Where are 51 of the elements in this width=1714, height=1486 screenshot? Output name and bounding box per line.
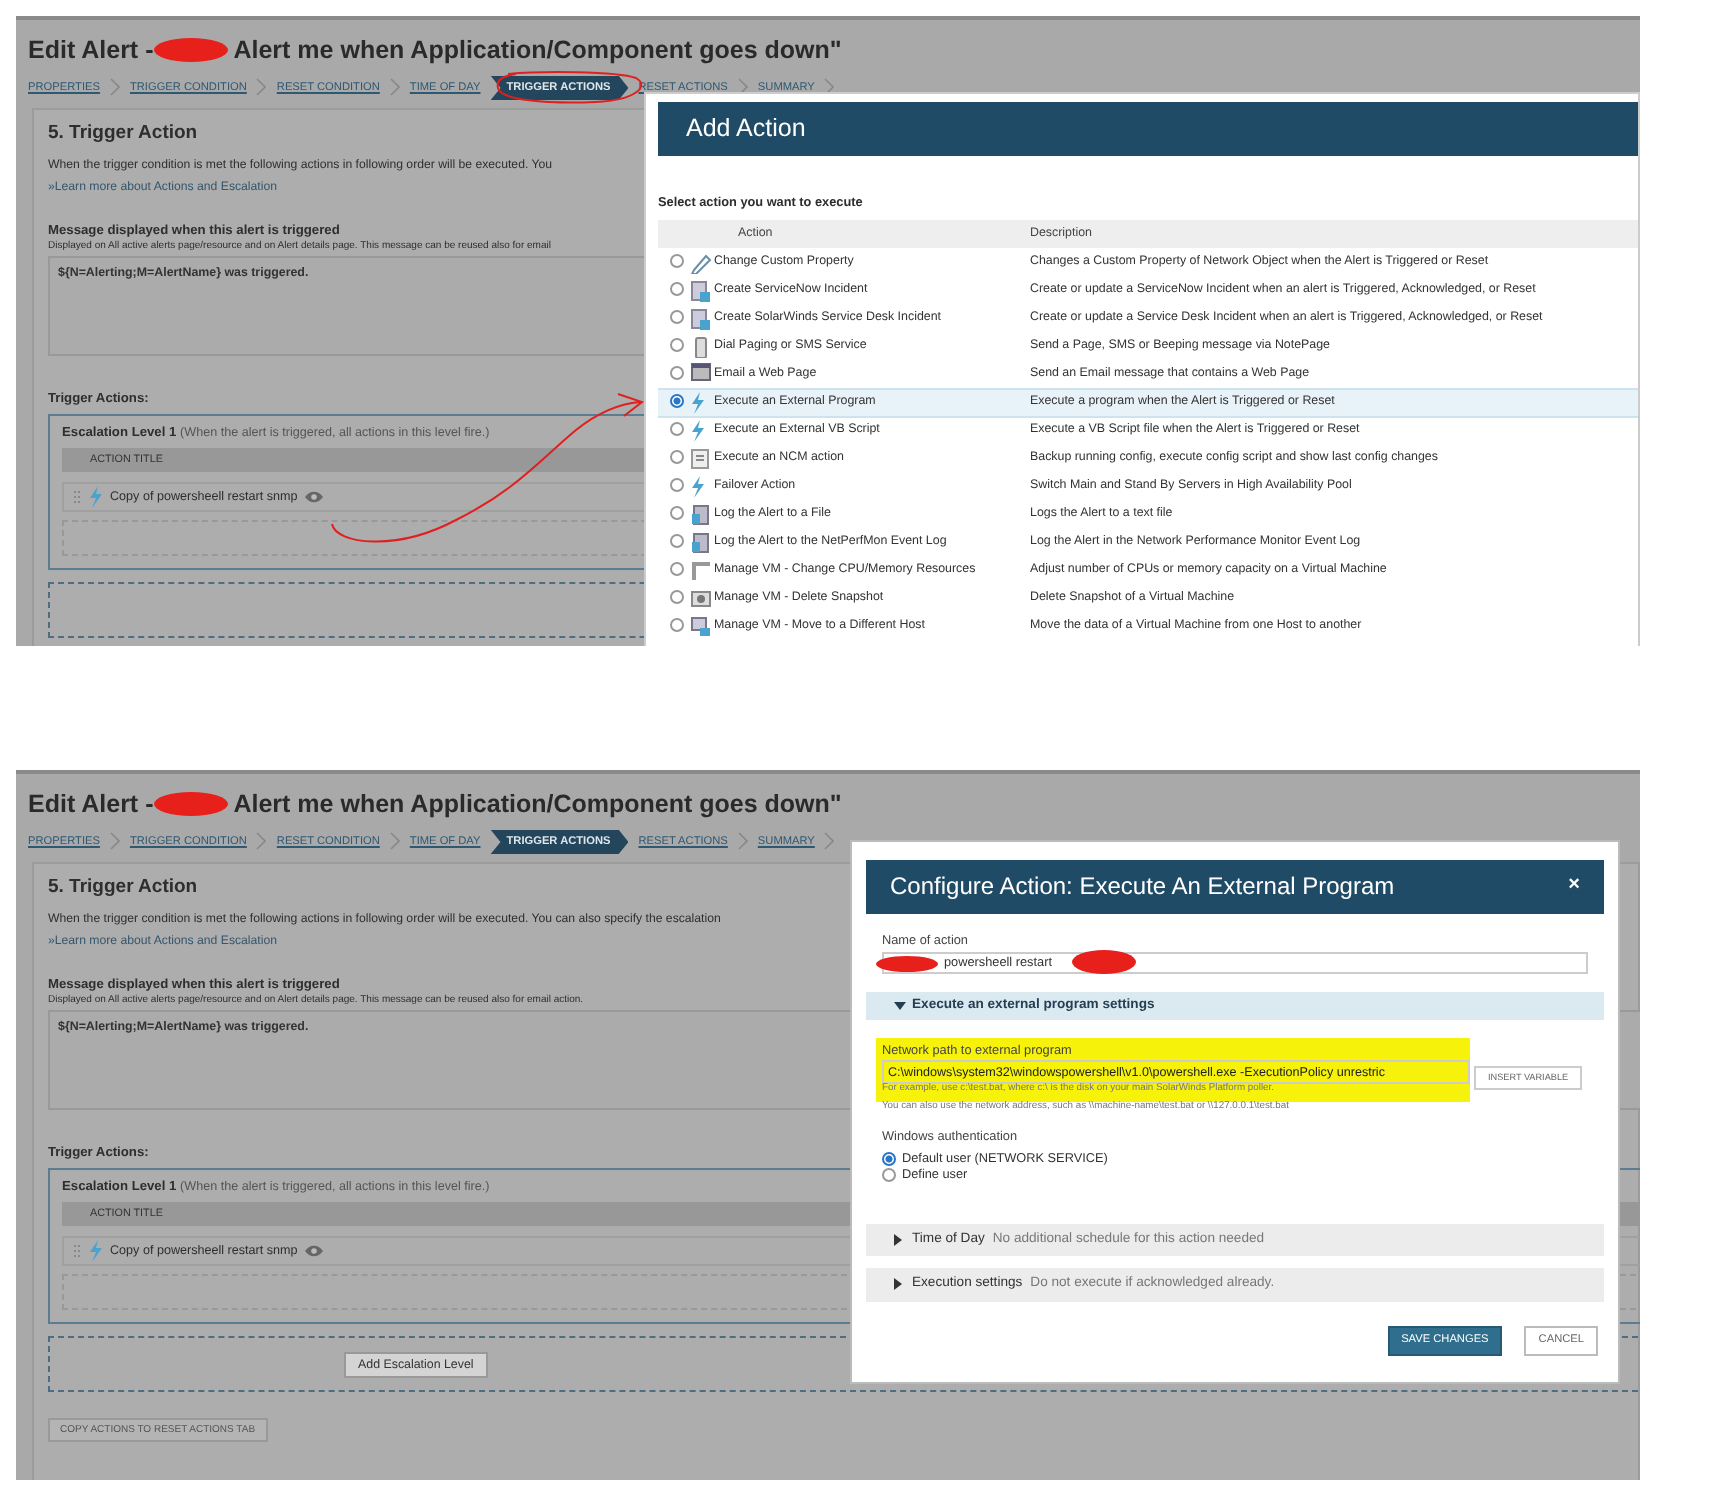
radio-button[interactable]	[670, 282, 684, 297]
section-heading: 5. Trigger Action	[48, 122, 198, 146]
chevron-icon	[389, 78, 400, 97]
radio-button[interactable]	[670, 506, 684, 521]
vm-move-icon	[689, 615, 711, 637]
chevron-icon	[737, 832, 748, 851]
chevron-icon	[109, 832, 120, 851]
page-title: Alert me when Application/Component goes down"	[233, 788, 842, 822]
chevron-icon	[256, 78, 267, 97]
pager-icon	[689, 335, 711, 357]
pencil-icon	[689, 251, 711, 273]
bolt-icon	[88, 486, 104, 509]
radio-button[interactable]	[670, 450, 684, 465]
radio-button[interactable]	[670, 422, 684, 437]
radio-button[interactable]	[670, 618, 684, 633]
log-icon	[689, 531, 711, 553]
radio-button[interactable]	[670, 254, 684, 269]
dialog-title: Configure Action: Execute An External Program	[890, 872, 1395, 902]
section-heading: 5. Trigger Action	[48, 876, 198, 900]
dialog-title: Add Action	[658, 102, 1638, 156]
collapsed-icon[interactable]	[894, 1233, 904, 1246]
ticket-icon	[689, 307, 711, 329]
chevron-icon	[389, 832, 400, 851]
radio-button[interactable]	[882, 1152, 896, 1167]
chevron-icon	[256, 832, 267, 851]
bolt-icon	[88, 1240, 104, 1263]
script-icon	[689, 447, 711, 469]
radio-button[interactable]	[670, 394, 684, 409]
snapshot-icon	[689, 587, 711, 609]
radio-button[interactable]	[670, 562, 684, 577]
drag-handle-icon[interactable]	[72, 1243, 82, 1260]
radio-button[interactable]	[670, 478, 684, 493]
drag-handle-icon[interactable]	[72, 489, 82, 506]
page-title: Edit Alert -	[28, 788, 154, 822]
radio-button[interactable]	[670, 365, 684, 380]
radio-button[interactable]	[882, 1168, 896, 1183]
eye-icon[interactable]	[303, 490, 324, 505]
radio-button[interactable]	[670, 534, 684, 549]
page-title: Edit Alert -	[28, 34, 154, 68]
collapsed-icon[interactable]	[894, 1278, 904, 1291]
page-title: Alert me when Application/Component goes down"	[233, 34, 842, 68]
radio-button[interactable]	[670, 310, 684, 325]
log-icon	[689, 503, 711, 525]
web-page-icon	[689, 362, 711, 385]
eye-icon[interactable]	[303, 1244, 324, 1259]
chevron-icon	[824, 832, 835, 851]
radio-button[interactable]	[670, 338, 684, 353]
chevron-icon	[109, 78, 120, 97]
radio-button[interactable]	[670, 590, 684, 605]
ticket-icon	[689, 279, 711, 301]
close-button[interactable]: ×	[1568, 874, 1580, 900]
